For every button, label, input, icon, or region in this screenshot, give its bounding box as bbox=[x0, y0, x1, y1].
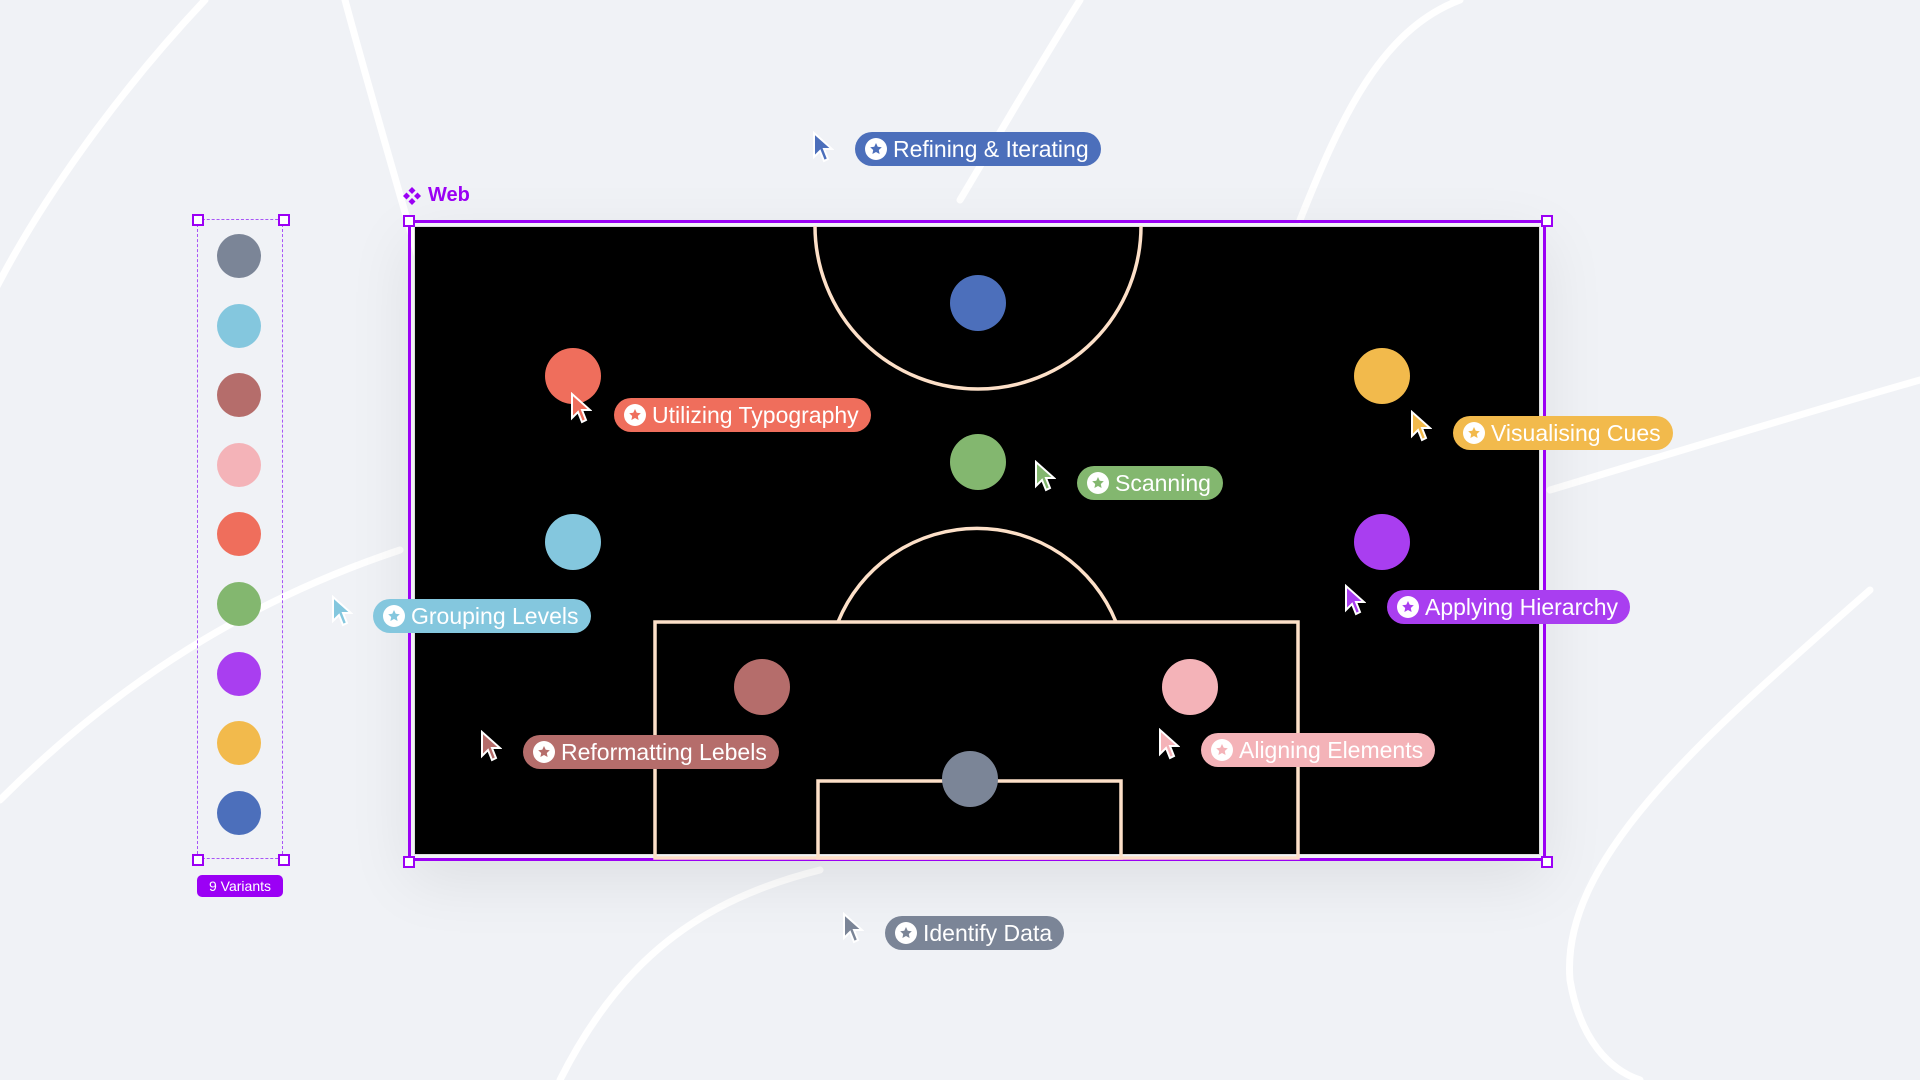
player-dot[interactable] bbox=[950, 434, 1006, 490]
player-label[interactable]: Visualising Cues bbox=[1453, 416, 1673, 450]
player-label[interactable]: Refining & Iterating bbox=[855, 132, 1101, 166]
player-label-text: Scanning bbox=[1115, 470, 1211, 496]
player-label-text: Aligning Elements bbox=[1239, 737, 1424, 763]
star-icon bbox=[1211, 739, 1233, 761]
star-icon bbox=[1463, 422, 1485, 444]
variant-swatch[interactable] bbox=[217, 721, 261, 766]
player-dot[interactable] bbox=[942, 751, 998, 807]
variant-swatch[interactable] bbox=[217, 651, 261, 696]
cursor-icon bbox=[1159, 728, 1180, 760]
player-label[interactable]: Aligning Elements bbox=[1201, 733, 1436, 767]
cursor-icon bbox=[1035, 460, 1056, 492]
resize-handle[interactable] bbox=[1541, 215, 1553, 227]
cursor-icon bbox=[481, 730, 502, 762]
variants-badge: 9 Variants bbox=[197, 875, 283, 897]
cursor-icon bbox=[843, 912, 864, 944]
player-label[interactable]: Reformatting Lebels bbox=[523, 735, 779, 769]
resize-handle[interactable] bbox=[403, 215, 415, 227]
frame-label-text: Web bbox=[428, 184, 470, 206]
player-label[interactable]: Utilizing Typography bbox=[614, 398, 871, 432]
player-dot[interactable] bbox=[950, 275, 1006, 331]
variant-swatch[interactable] bbox=[217, 234, 261, 278]
cursor-icon bbox=[1411, 410, 1432, 442]
cursor-icon bbox=[332, 595, 353, 627]
resize-handle[interactable] bbox=[1541, 856, 1553, 868]
resize-handle[interactable] bbox=[278, 214, 290, 226]
variant-swatch[interactable] bbox=[217, 442, 261, 487]
star-icon bbox=[1397, 596, 1419, 618]
star-icon bbox=[895, 922, 917, 944]
penalty-arc bbox=[836, 526, 1118, 623]
player-dot[interactable] bbox=[545, 514, 601, 570]
player-label[interactable]: Applying Hierarchy bbox=[1387, 590, 1631, 624]
star-icon bbox=[624, 404, 646, 426]
variant-swatch[interactable] bbox=[217, 790, 261, 835]
player-label-text: Utilizing Typography bbox=[652, 402, 859, 428]
player-dot[interactable] bbox=[1162, 659, 1218, 715]
resize-handle[interactable] bbox=[192, 854, 204, 866]
player-label-text: Visualising Cues bbox=[1491, 420, 1661, 446]
player-label-text: Applying Hierarchy bbox=[1425, 594, 1619, 620]
frame-label[interactable]: Web bbox=[402, 184, 470, 207]
player-label[interactable]: Grouping Levels bbox=[373, 599, 591, 633]
player-label[interactable]: Scanning bbox=[1077, 466, 1223, 500]
star-icon bbox=[1087, 472, 1109, 494]
variant-swatch[interactable] bbox=[217, 582, 261, 626]
cursor-icon bbox=[571, 392, 592, 424]
variant-swatch[interactable] bbox=[217, 303, 261, 348]
player-label-text: Refining & Iterating bbox=[893, 136, 1089, 162]
player-label-text: Identify Data bbox=[923, 920, 1053, 946]
resize-handle[interactable] bbox=[192, 214, 204, 226]
player-dot[interactable] bbox=[734, 659, 790, 715]
component-icon bbox=[403, 186, 421, 205]
cursor-icon bbox=[813, 131, 834, 163]
player-label[interactable]: Identify Data bbox=[885, 916, 1065, 950]
star-icon bbox=[383, 605, 405, 627]
star-icon bbox=[533, 741, 555, 763]
variant-swatch[interactable] bbox=[217, 373, 261, 418]
player-dot[interactable] bbox=[1354, 514, 1410, 570]
resize-handle[interactable] bbox=[278, 854, 290, 866]
cursor-icon bbox=[1345, 584, 1366, 616]
player-label-text: Grouping Levels bbox=[411, 603, 579, 629]
player-dot[interactable] bbox=[1354, 348, 1410, 404]
player-label-text: Reformatting Lebels bbox=[561, 739, 767, 765]
star-icon bbox=[865, 138, 887, 160]
resize-handle[interactable] bbox=[403, 856, 415, 868]
